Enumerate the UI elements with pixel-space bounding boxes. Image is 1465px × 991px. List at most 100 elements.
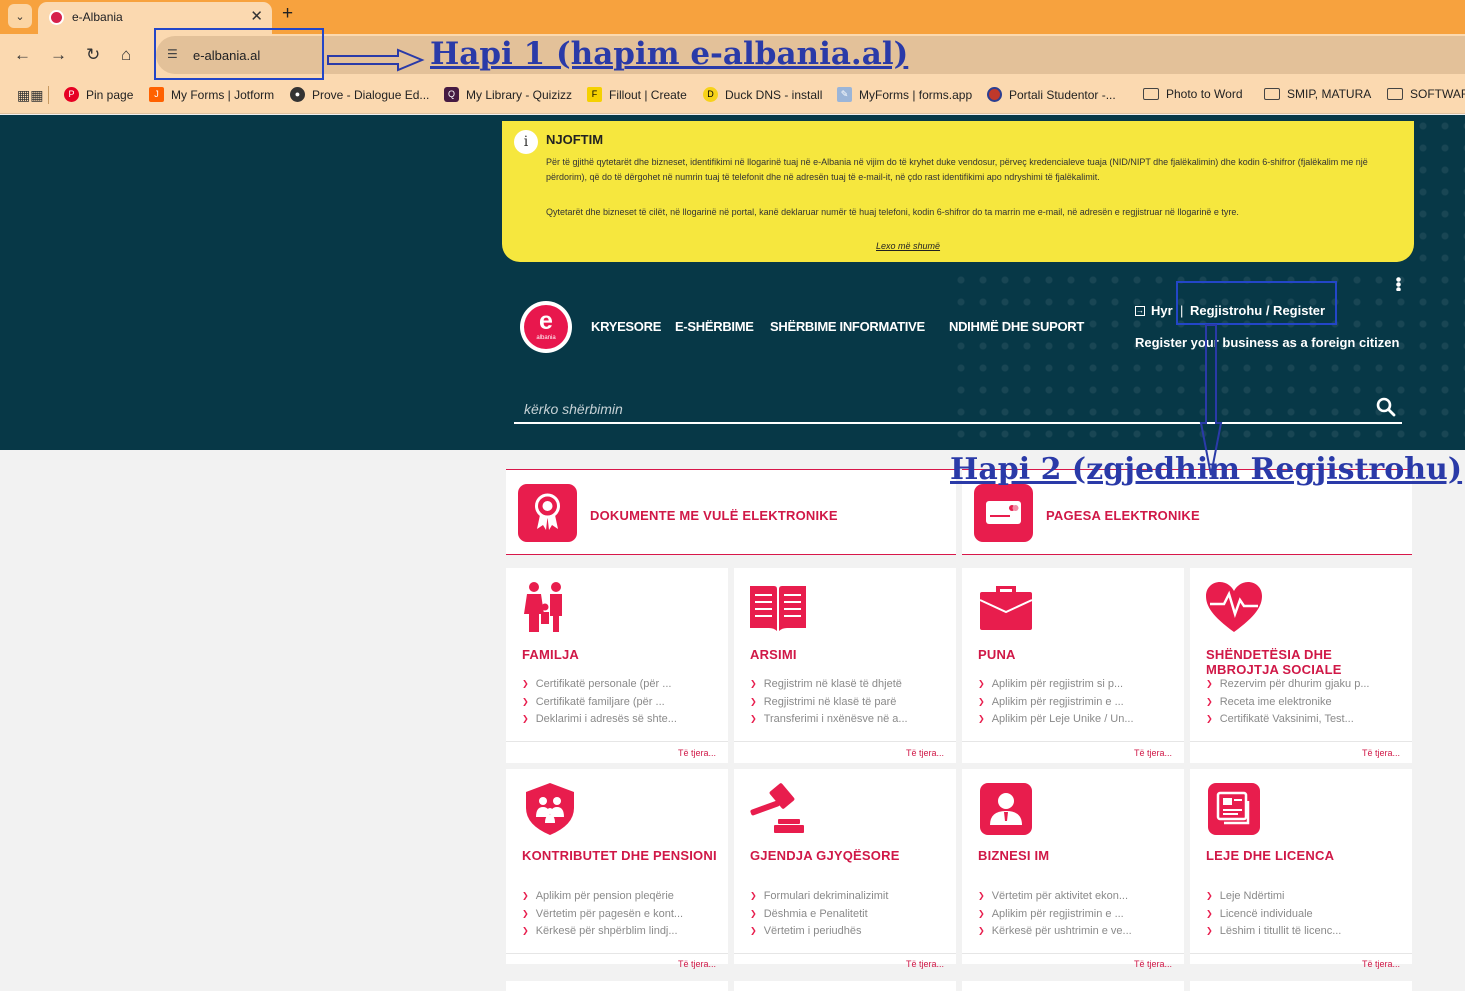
card-more-link[interactable]: Të tjera... xyxy=(678,748,716,758)
step1-annotation: Hapi 1 (hapim e-albania.al) xyxy=(430,36,909,72)
service-link[interactable]: Certifikatë familjare (për ... xyxy=(522,696,677,714)
category-card-puna[interactable]: PUNA Aplikim për regjistrim si p... Apli… xyxy=(962,568,1184,763)
search-icon[interactable] xyxy=(1376,397,1396,417)
bookmark-photo-to-word[interactable]: Photo to Word xyxy=(1143,87,1243,101)
service-link[interactable]: Aplikim për regjistrimin e ... xyxy=(978,696,1134,714)
family-icon xyxy=(524,582,562,632)
bookmark-formsapp[interactable]: ✎ MyForms | forms.app xyxy=(837,87,972,102)
duck-icon: D xyxy=(703,87,718,102)
tab-search-chevron-icon[interactable]: ⌄ xyxy=(8,4,32,28)
service-link[interactable]: Certifikatë Vaksinimi, Test... xyxy=(1206,713,1369,731)
category-card-kontributet[interactable]: KONTRIBUTET DHE PENSIONI Aplikim për pen… xyxy=(506,769,728,969)
nav-ndihme-dhe-suport[interactable]: NDIHMË DHE SUPORT xyxy=(949,319,1084,334)
service-link[interactable]: Receta ime elektronike xyxy=(1206,696,1369,714)
home-icon[interactable]: ⌂ xyxy=(121,45,131,65)
folder-icon xyxy=(1143,88,1159,100)
e-albania-logo[interactable]: e albania xyxy=(520,301,572,353)
forward-arrow-icon[interactable]: → xyxy=(50,45,67,65)
service-link[interactable]: Vërtetim për pagesën e kont... xyxy=(522,908,683,926)
bookmark-prove[interactable]: ● Prove - Dialogue Ed... xyxy=(290,87,429,102)
bookmark-jotform[interactable]: J My Forms | Jotform xyxy=(149,87,274,102)
bookmark-portali[interactable]: Portali Studentor -... xyxy=(987,87,1116,102)
bookmark-quizizz[interactable]: Q My Library - Quizizz xyxy=(444,87,572,102)
gavel-icon xyxy=(750,783,804,833)
service-link[interactable]: Kërkesë për ushtrimin e ve... xyxy=(978,925,1132,943)
briefcase-icon xyxy=(979,586,1033,630)
bookmark-fillout[interactable]: F Fillout | Create xyxy=(587,87,687,102)
card-service-list: Aplikim për regjistrim si p... Aplikim p… xyxy=(978,678,1134,731)
tab-close-icon[interactable]: ✕ xyxy=(250,7,263,25)
category-card-partial xyxy=(506,981,728,991)
service-link[interactable]: Kërkesë për shpërblim lindj... xyxy=(522,925,683,943)
reload-icon[interactable]: ↻ xyxy=(86,45,100,65)
seal-badge-icon xyxy=(518,484,577,542)
service-link[interactable]: Leje Ndërtimi xyxy=(1206,890,1341,908)
heart-pulse-icon xyxy=(1206,582,1262,632)
bookmark-smip-matura[interactable]: SMIP, MATURA xyxy=(1264,87,1371,101)
nav-sherbime-informative[interactable]: SHËRBIME INFORMATIVE xyxy=(770,319,925,334)
read-more-link[interactable]: Lexo më shumë xyxy=(876,241,940,251)
card-more-link[interactable]: Të tjera... xyxy=(678,959,716,969)
service-link[interactable]: Aplikim për pension pleqërie xyxy=(522,890,683,908)
card-more-link[interactable]: Të tjera... xyxy=(1134,959,1172,969)
service-link[interactable]: Dëshmia e Penalitetit xyxy=(750,908,888,926)
card-title: BIZNESI IM xyxy=(978,848,1050,863)
logo-subtitle: albania xyxy=(536,335,556,341)
service-link[interactable]: Aplikim për regjistrim si p... xyxy=(978,678,1134,696)
card-divider xyxy=(962,953,1184,954)
formsapp-icon: ✎ xyxy=(837,87,852,102)
service-link[interactable]: Transferimi i nxënësve në a... xyxy=(750,713,908,731)
category-card-familja[interactable]: FAMILJA Certifikatë personale (për ... C… xyxy=(506,568,728,763)
category-card-shendetesia[interactable]: SHËNDETËSIA DHE MBROJTJA SOCIALE Rezervi… xyxy=(1190,568,1412,763)
service-link[interactable]: Lëshim i titullit të licenc... xyxy=(1206,925,1342,943)
card-service-list: Regjistrim në klasë të dhjetë Regjistrim… xyxy=(750,678,908,731)
service-link[interactable]: Formulari dekriminalizimit xyxy=(750,890,889,908)
service-link[interactable]: Aplikim për Leje Unike / Un... xyxy=(978,713,1134,731)
nav-kryesore[interactable]: KRYESORE xyxy=(591,319,661,334)
bookmark-label: Photo to Word xyxy=(1166,87,1243,101)
bookmark-softwar[interactable]: SOFTWAR xyxy=(1387,87,1465,101)
service-link[interactable]: Vërtetim për aktivitet ekon... xyxy=(978,890,1132,908)
service-link[interactable]: Vërtetim i periudhës xyxy=(750,925,888,943)
step2-annotation: Hapi 2 (zgjedhim Regjistrohu) xyxy=(950,452,1463,487)
service-link[interactable]: Regjistrim në klasë të dhjetë xyxy=(750,678,908,696)
service-link[interactable]: Regjistrimi në klasë të parë xyxy=(750,696,908,714)
card-more-link[interactable]: Të tjera... xyxy=(906,959,944,969)
new-tab-plus-icon[interactable]: + xyxy=(282,3,293,25)
card-title: PUNA xyxy=(978,647,1016,662)
category-card-partial xyxy=(734,981,956,991)
globe-icon: ● xyxy=(290,87,305,102)
category-card-partial xyxy=(1190,981,1412,991)
login-link[interactable]: Hyr xyxy=(1151,303,1173,318)
card-more-link[interactable]: Të tjera... xyxy=(906,748,944,758)
feature-label: PAGESA ELEKTRONIKE xyxy=(1046,508,1200,523)
service-link[interactable]: Licencë individuale xyxy=(1206,908,1341,926)
category-card-partial xyxy=(962,981,1184,991)
feature-e-seal-documents[interactable]: DOKUMENTE ME VULË ELEKTRONIKE xyxy=(506,469,956,555)
apps-grid-icon[interactable]: ▦▦ xyxy=(17,87,43,104)
card-divider xyxy=(1190,953,1412,954)
back-arrow-icon[interactable]: ← xyxy=(14,45,31,65)
bookmark-duckdns[interactable]: D Duck DNS - install xyxy=(703,87,822,102)
bookmarks-bar: ▦▦ P Pin page J My Forms | Jotform ● Prove … xyxy=(0,76,1465,114)
login-icon[interactable]: → xyxy=(1135,306,1145,316)
service-link[interactable]: Certifikatë personale (për ... xyxy=(522,678,677,696)
category-card-arsimi[interactable]: ARSIMI Regjistrim në klasë të dhjetë Reg… xyxy=(734,568,956,763)
info-icon: i xyxy=(514,130,538,154)
bookmark-label: My Library - Quizizz xyxy=(466,87,573,102)
nav-e-sherbime[interactable]: E-SHËRBIME xyxy=(675,319,754,334)
foreign-business-link[interactable]: Register your business as a foreign citi… xyxy=(1135,335,1399,350)
category-card-biznesi-im[interactable]: BIZNESI IM Vërtetim për aktivitet ekon..… xyxy=(962,769,1184,969)
tab-title: e-Albania xyxy=(72,10,123,24)
card-more-link[interactable]: Të tjera... xyxy=(1362,959,1400,969)
service-link[interactable]: Deklarimi i adresës së shte... xyxy=(522,713,677,731)
service-link[interactable]: Rezervim për dhurim gjaku p... xyxy=(1206,678,1370,696)
category-card-leje-dhe-licenca[interactable]: LEJE DHE LICENCA Leje Ndërtimi Licencë i… xyxy=(1190,769,1412,969)
service-link[interactable]: Aplikim për regjistrimin e ... xyxy=(978,908,1132,926)
card-more-link[interactable]: Të tjera... xyxy=(1362,748,1400,758)
card-divider xyxy=(1190,741,1412,742)
more-options-icon[interactable] xyxy=(1396,277,1401,291)
bookmark-pin-page[interactable]: P Pin page xyxy=(64,87,133,102)
card-more-link[interactable]: Të tjera... xyxy=(1134,748,1172,758)
category-card-gjendja-gjyqesore[interactable]: GJENDJA GJYQËSORE Formulari dekriminaliz… xyxy=(734,769,956,969)
